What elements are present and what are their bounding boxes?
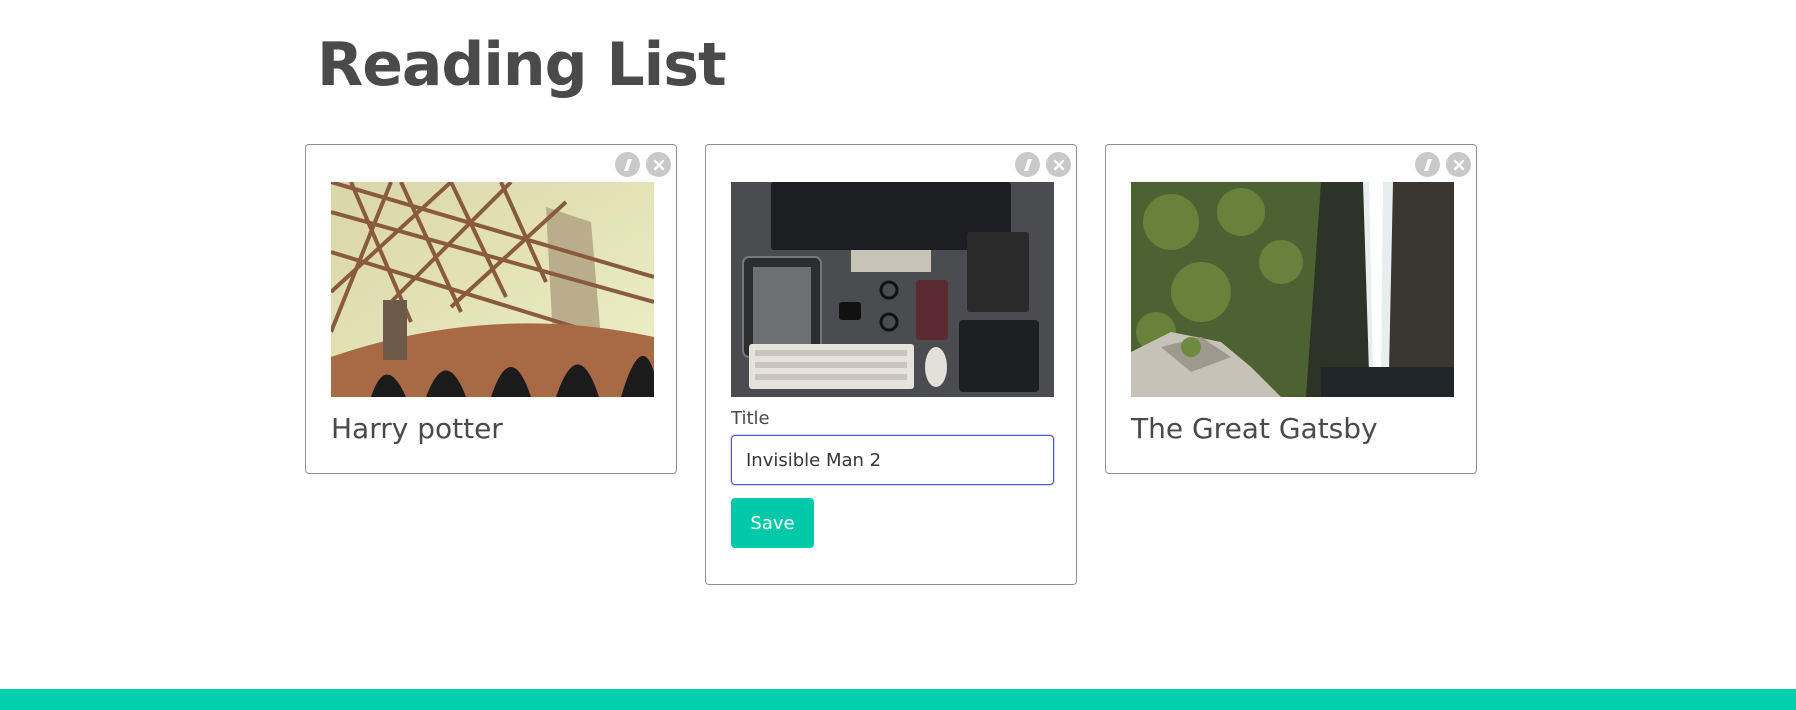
save-button[interactable]: Save [731, 498, 814, 548]
delete-icon[interactable] [1046, 152, 1071, 177]
title-input[interactable] [731, 435, 1054, 485]
title-field-label: Title [731, 408, 770, 429]
edit-icon[interactable] [1015, 152, 1040, 177]
page-title: Reading List [317, 30, 727, 100]
book-title: The Great Gatsby [1131, 412, 1378, 445]
book-cover-image [1131, 182, 1454, 397]
card-actions [615, 152, 671, 177]
book-card-editing: Title Save [705, 144, 1077, 585]
edit-icon[interactable] [615, 152, 640, 177]
book-title: Harry potter [331, 412, 503, 445]
card-actions [1015, 152, 1071, 177]
book-card: Harry potter [305, 144, 677, 474]
book-card: The Great Gatsby [1105, 144, 1477, 474]
book-cover-image [731, 182, 1054, 397]
card-actions [1415, 152, 1471, 177]
edit-icon[interactable] [1415, 152, 1440, 177]
delete-icon[interactable] [646, 152, 671, 177]
book-cover-image [331, 182, 654, 397]
delete-icon[interactable] [1446, 152, 1471, 177]
footer-bar [0, 689, 1796, 710]
